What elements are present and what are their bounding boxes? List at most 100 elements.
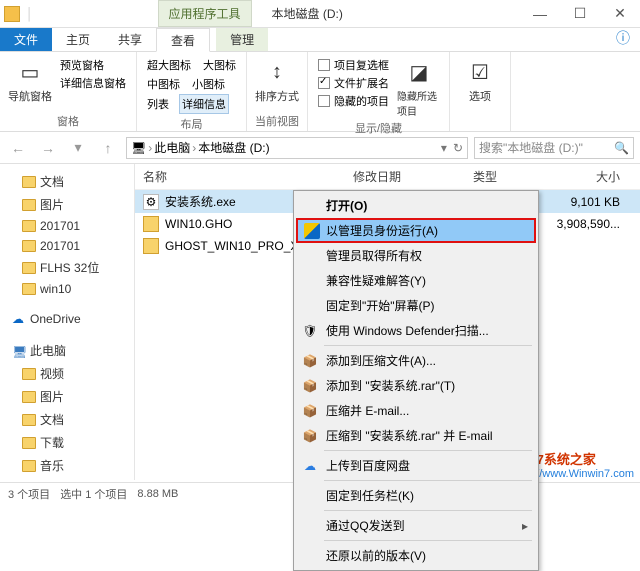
ctx-add-archive[interactable]: 📦添加到压缩文件(A)...: [296, 348, 536, 373]
tree-item-201701b[interactable]: 201701: [4, 236, 130, 256]
archive-icon: 📦: [302, 403, 318, 419]
maximize-button[interactable]: ☐: [560, 0, 600, 28]
ribbon-group-layout: 超大图标 大图标 中图标 小图标 列表 详细信息 布局: [137, 52, 247, 131]
tree-item-pictures[interactable]: 图片: [4, 193, 130, 216]
details-pane-button[interactable]: 详细信息窗格: [58, 74, 128, 92]
layout-medium[interactable]: 中图标: [145, 75, 182, 93]
ctx-baidu[interactable]: ☁上传到百度网盘: [296, 453, 536, 478]
separator: [324, 480, 532, 481]
contextual-tab-label: 应用程序工具: [158, 0, 252, 27]
ctx-add-rar[interactable]: 📦添加到 "安装系统.rar"(T): [296, 373, 536, 398]
tree-item-docs2[interactable]: 文档: [4, 408, 130, 431]
col-date[interactable]: 修改日期: [345, 164, 465, 189]
exe-icon: ⚙: [143, 194, 159, 210]
hide-selected-button[interactable]: ◪ 隐藏所选项目: [397, 56, 441, 118]
file-ext-toggle[interactable]: 文件扩展名: [316, 74, 391, 92]
cloud-icon: ☁: [302, 458, 318, 474]
tab-view[interactable]: 查看: [156, 28, 210, 52]
back-button[interactable]: ←: [6, 136, 30, 160]
preview-pane-button[interactable]: 预览窗格: [58, 56, 128, 74]
group-label-view: 当前视图: [255, 111, 299, 129]
ctx-take-ownership[interactable]: 管理员取得所有权: [296, 243, 536, 268]
tab-home[interactable]: 主页: [52, 28, 104, 51]
tab-manage[interactable]: 管理: [216, 28, 268, 51]
up-button[interactable]: ↑: [96, 136, 120, 160]
navigation-pane-button[interactable]: ▭ 导航窗格: [8, 56, 52, 104]
search-input[interactable]: 搜索"本地磁盘 (D:)" 🔍: [474, 137, 634, 159]
ctx-pin-taskbar[interactable]: 固定到任务栏(K): [296, 483, 536, 508]
context-menu: 打开(O) 以管理员身份运行(A) 管理员取得所有权 兼容性疑难解答(Y) 固定…: [293, 190, 539, 571]
tree-item-pics2[interactable]: 图片: [4, 385, 130, 408]
search-placeholder: 搜索"本地磁盘 (D:)": [479, 139, 583, 156]
navigation-tree[interactable]: 文档 图片 201701 201701 FLHS 32位 win10 ☁OneD…: [0, 164, 135, 480]
ribbon-group-panes: ▭ 导航窗格 预览窗格 详细信息窗格 窗格: [0, 52, 137, 131]
ctx-qq[interactable]: 通过QQ发送到▸: [296, 513, 536, 538]
tree-item-onedrive[interactable]: ☁OneDrive: [4, 309, 130, 329]
ctx-run-as-admin[interactable]: 以管理员身份运行(A): [296, 218, 536, 243]
tab-file[interactable]: 文件: [0, 28, 52, 51]
ctx-previous-versions[interactable]: 还原以前的版本(V): [296, 543, 536, 568]
folder-icon: [143, 238, 159, 254]
tree-item-downloads[interactable]: 下载: [4, 431, 130, 454]
tree-item-win10[interactable]: win10: [4, 279, 130, 299]
history-dropdown[interactable]: ▾: [66, 136, 90, 160]
tree-item-music[interactable]: 音乐: [4, 454, 130, 477]
sort-icon: ↕: [261, 56, 293, 88]
refresh-icon[interactable]: ↻: [453, 141, 463, 155]
close-button[interactable]: ✕: [600, 0, 640, 28]
qat-divider: │: [26, 7, 34, 21]
window-controls: — ☐ ✕: [520, 0, 640, 28]
folder-icon: [22, 460, 36, 472]
layout-small[interactable]: 小图标: [190, 75, 227, 93]
ctx-defender[interactable]: 🛡使用 Windows Defender扫描...: [296, 318, 536, 343]
separator: [324, 450, 532, 451]
forward-button[interactable]: →: [36, 136, 60, 160]
group-label-panes: 窗格: [8, 111, 128, 129]
pc-icon: 🖥: [12, 345, 26, 357]
tree-item-201701a[interactable]: 201701: [4, 216, 130, 236]
tab-share[interactable]: 共享: [104, 28, 156, 51]
tree-item-documents[interactable]: 文档: [4, 170, 130, 193]
ctx-open[interactable]: 打开(O): [296, 193, 536, 218]
layout-extra-large[interactable]: 超大图标: [145, 56, 193, 74]
shield-icon: 🛡: [302, 323, 318, 339]
breadcrumb[interactable]: 🖥 › 此电脑 › 本地磁盘 (D:) ▾ ↻: [126, 137, 468, 159]
col-size[interactable]: 大小: [535, 164, 640, 189]
folder-icon: [22, 437, 36, 449]
ctx-email-rar[interactable]: 📦压缩到 "安装系统.rar" 并 E-mail: [296, 423, 536, 448]
breadcrumb-drive[interactable]: 本地磁盘 (D:): [198, 139, 269, 156]
archive-icon: 📦: [302, 353, 318, 369]
ctx-pin-start[interactable]: 固定到"开始"屏幕(P): [296, 293, 536, 318]
archive-icon: 📦: [302, 378, 318, 394]
tree-item-thispc[interactable]: 🖥此电脑: [4, 339, 130, 362]
search-icon: 🔍: [614, 141, 629, 155]
ribbon-group-options: ☑ 选项: [450, 52, 511, 131]
help-icon[interactable]: ⓘ: [606, 28, 640, 51]
folder-icon: [22, 240, 36, 252]
window-title: 本地磁盘 (D:): [272, 5, 343, 22]
sort-by-button[interactable]: ↕ 排序方式: [255, 56, 299, 104]
minimize-button[interactable]: —: [520, 0, 560, 28]
group-label-empty: [458, 115, 502, 129]
hide-icon: ◪: [403, 56, 435, 88]
hidden-items-toggle[interactable]: 隐藏的项目: [316, 92, 391, 110]
options-icon: ☑: [464, 56, 496, 88]
status-item-count: 3 个项目: [8, 486, 50, 502]
tree-item-flhs[interactable]: FLHS 32位: [4, 256, 130, 279]
shield-icon: [304, 223, 320, 239]
breadcrumb-thispc[interactable]: 此电脑: [154, 139, 190, 156]
options-button[interactable]: ☑ 选项: [458, 56, 502, 104]
tree-item-video[interactable]: 视频: [4, 362, 130, 385]
tree-item-desktop[interactable]: 桌面: [4, 477, 130, 480]
item-checkboxes-toggle[interactable]: 项目复选框: [316, 56, 391, 74]
ctx-troubleshoot[interactable]: 兼容性疑难解答(Y): [296, 268, 536, 293]
layout-large[interactable]: 大图标: [201, 56, 238, 74]
dropdown-icon[interactable]: ▾: [441, 141, 447, 155]
ribbon: ▭ 导航窗格 预览窗格 详细信息窗格 窗格 超大图标 大图标 中图标 小图标 列…: [0, 52, 640, 132]
folder-icon: [22, 220, 36, 232]
ctx-email[interactable]: 📦压缩并 E-mail...: [296, 398, 536, 423]
col-type[interactable]: 类型: [465, 164, 535, 189]
col-name[interactable]: 名称: [135, 164, 345, 189]
layout-list[interactable]: 列表: [145, 94, 171, 114]
layout-details[interactable]: 详细信息: [179, 94, 229, 114]
